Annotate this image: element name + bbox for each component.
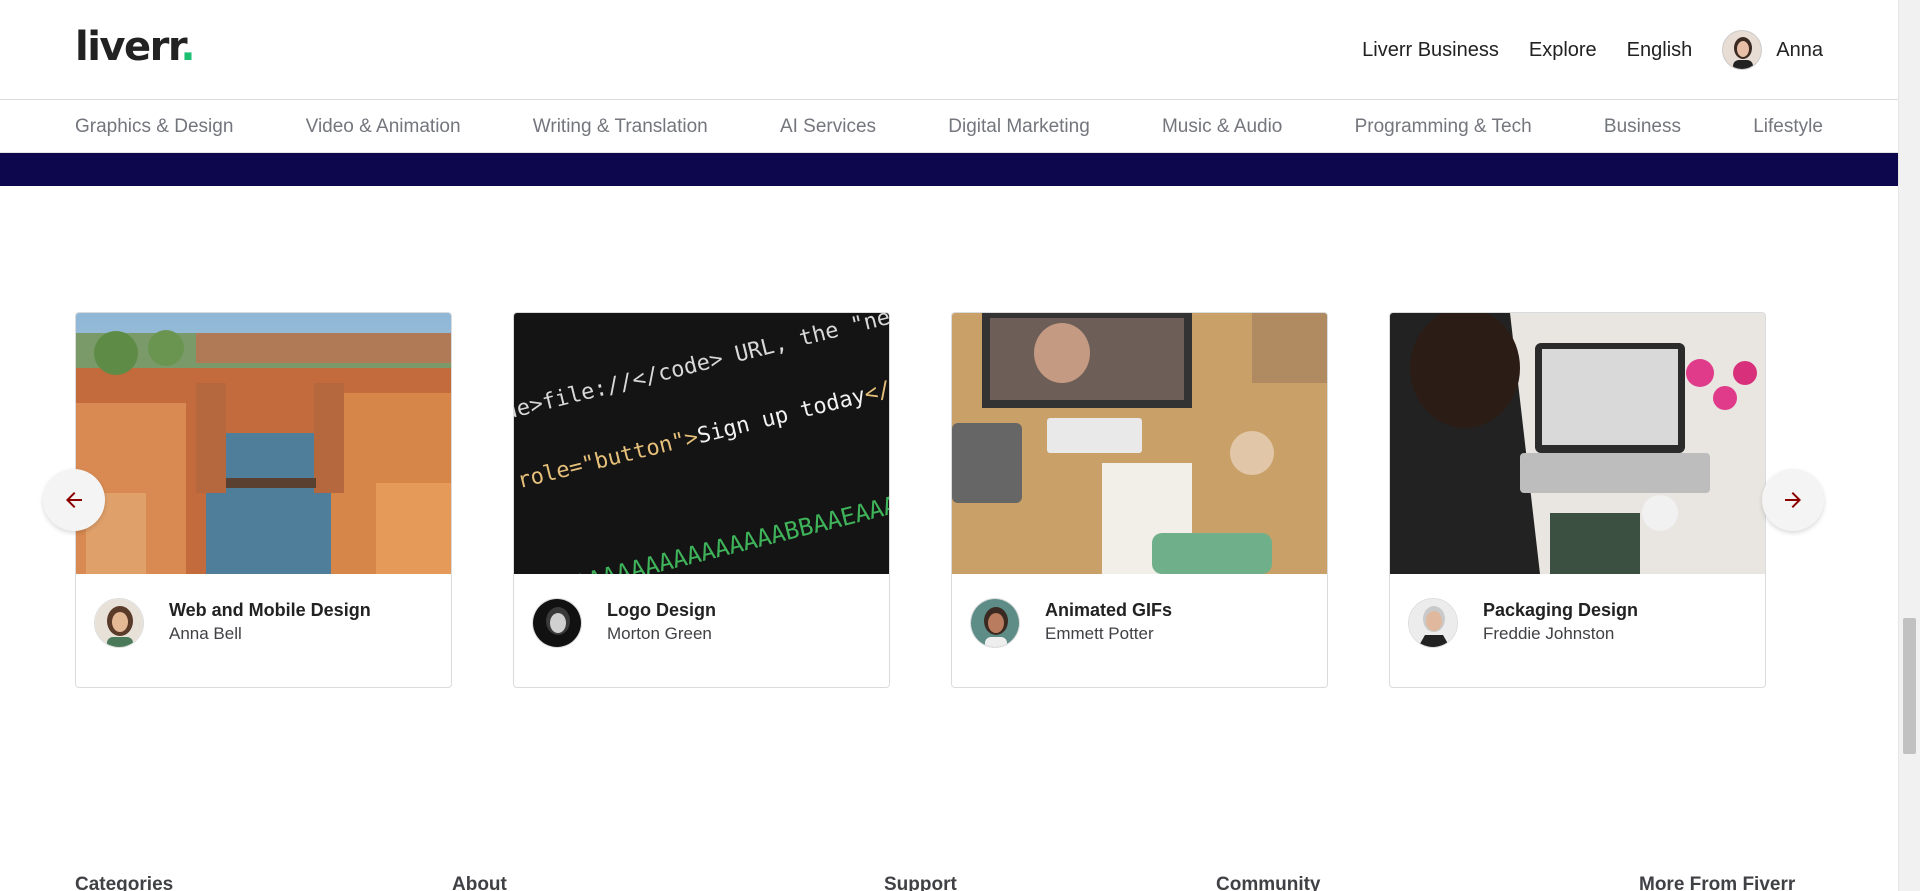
category-nav: Graphics & Design Video & Animation Writ… xyxy=(0,101,1898,153)
nav-explore[interactable]: Explore xyxy=(1529,28,1597,72)
carousel-next-button[interactable] xyxy=(1762,469,1824,531)
card-title: Web and Mobile Design xyxy=(169,600,371,620)
liverr-logo[interactable]: liverr. xyxy=(75,22,196,72)
user-name: Anna xyxy=(1776,38,1823,61)
category-programming-tech[interactable]: Programming & Tech xyxy=(1355,116,1532,138)
logo-dot: . xyxy=(180,24,195,70)
seller-avatar xyxy=(1408,598,1458,648)
card-author: Freddie Johnston xyxy=(1483,624,1615,643)
category-ai-services[interactable]: AI Services xyxy=(780,116,876,138)
category-music-audio[interactable]: Music & Audio xyxy=(1162,116,1282,138)
category-business[interactable]: Business xyxy=(1604,116,1681,138)
footer-community: Community xyxy=(1216,874,1321,891)
card-title: Packaging Design xyxy=(1483,600,1639,620)
project-carousel: Web and Mobile Design Anna Bell ode>file… xyxy=(75,312,1766,688)
project-image-venice xyxy=(76,313,451,574)
project-card[interactable]: Packaging Design Freddie Johnston xyxy=(1389,312,1766,688)
project-card[interactable]: Animated GIFs Emmett Potter xyxy=(951,312,1328,688)
project-card[interactable]: Web and Mobile Design Anna Bell xyxy=(75,312,452,688)
category-digital-marketing[interactable]: Digital Marketing xyxy=(948,116,1090,138)
category-lifestyle[interactable]: Lifestyle xyxy=(1753,116,1823,138)
card-author: Morton Green xyxy=(607,624,712,643)
footer-categories: Categories xyxy=(75,874,174,891)
project-card[interactable]: ode>file://</code> URL, the "next" role=… xyxy=(513,312,890,688)
footer-headings: Categories About Support Community More … xyxy=(0,874,1898,891)
arrow-left-icon xyxy=(66,492,82,508)
user-menu[interactable]: Anna xyxy=(1722,30,1823,70)
card-author: Emmett Potter xyxy=(1045,624,1154,643)
seller-avatar xyxy=(94,598,144,648)
project-image-desk xyxy=(952,313,1327,574)
carousel-prev-button[interactable] xyxy=(43,469,105,531)
card-info: Logo Design Morton Green xyxy=(514,574,889,687)
seller-avatar xyxy=(532,598,582,648)
logo-text: liverr xyxy=(75,24,182,70)
footer-about: About xyxy=(452,874,507,891)
card-title: Logo Design xyxy=(607,600,716,620)
page: liverr. Liverr Business Explore English … xyxy=(0,0,1898,891)
card-info: Packaging Design Freddie Johnston xyxy=(1390,574,1765,687)
user-avatar xyxy=(1722,30,1763,70)
card-info: Web and Mobile Design Anna Bell xyxy=(76,574,451,687)
top-header: liverr. Liverr Business Explore English … xyxy=(0,0,1898,100)
banner-stripe xyxy=(0,153,1898,186)
header-nav: Liverr Business Explore English Anna xyxy=(1332,28,1823,72)
category-video-animation[interactable]: Video & Animation xyxy=(306,116,461,138)
arrow-right-icon xyxy=(1785,492,1801,508)
category-writing-translation[interactable]: Writing & Translation xyxy=(533,116,708,138)
nav-liverr-business[interactable]: Liverr Business xyxy=(1362,28,1499,72)
project-image-packaging xyxy=(1390,313,1765,574)
scrollbar-thumb[interactable] xyxy=(1903,618,1916,754)
seller-avatar xyxy=(970,598,1020,648)
footer-support: Support xyxy=(884,874,957,891)
footer-more-from-fiverr: More From Fiverr xyxy=(1639,874,1796,891)
card-info: Animated GIFs Emmett Potter xyxy=(952,574,1327,687)
card-author: Anna Bell xyxy=(169,624,242,643)
page-scrollbar[interactable] xyxy=(1898,0,1920,891)
category-graphics-design[interactable]: Graphics & Design xyxy=(75,116,233,138)
nav-language[interactable]: English xyxy=(1627,28,1693,72)
project-image-code: ode>file://</code> URL, the "next" role=… xyxy=(514,313,889,574)
card-title: Animated GIFs xyxy=(1045,600,1173,620)
